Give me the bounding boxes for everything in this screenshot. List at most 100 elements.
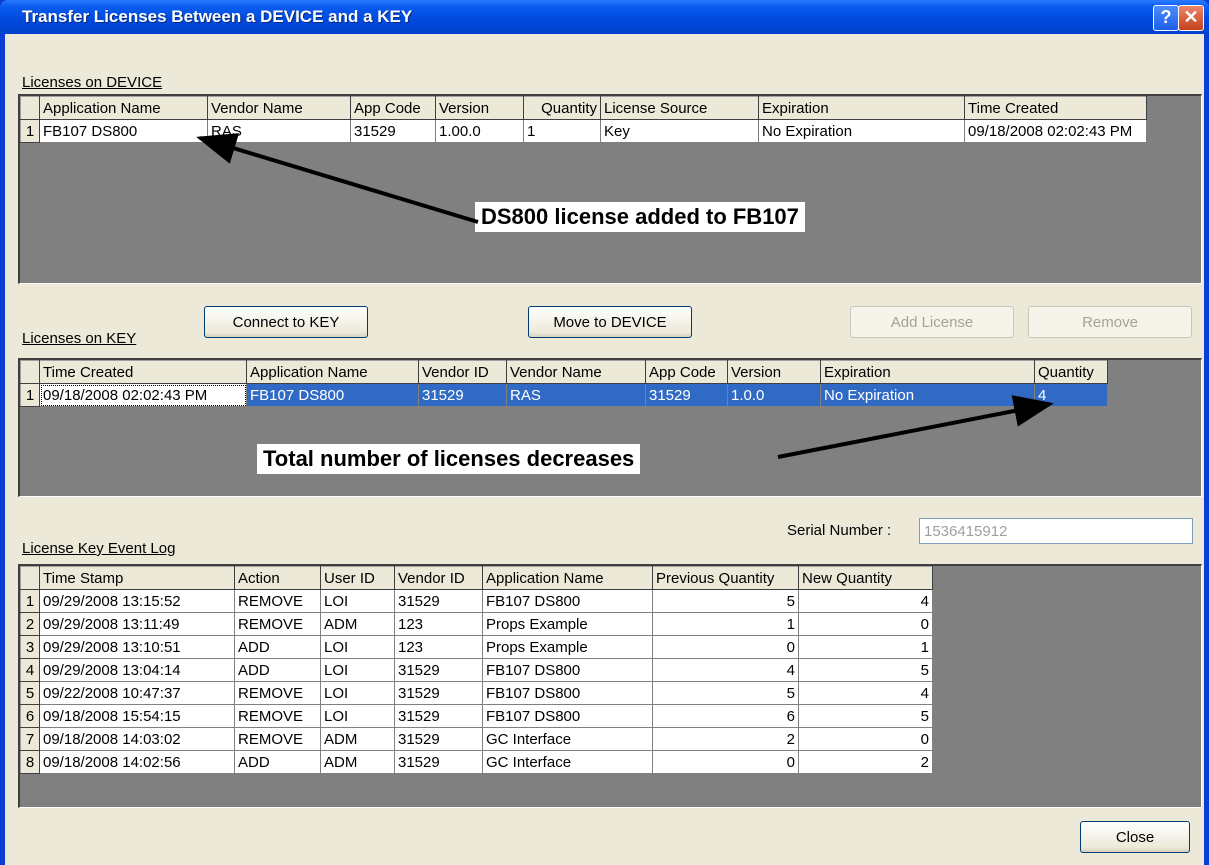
table-cell[interactable]: 31529	[394, 589, 483, 613]
column-header[interactable]: User ID	[320, 566, 395, 590]
table-cell[interactable]: 0	[798, 612, 933, 636]
table-row[interactable]: 1 FB107 DS800 RAS 31529 1.00.0 1 Key No …	[20, 119, 1147, 143]
table-cell[interactable]: Key	[600, 119, 759, 143]
table-cell[interactable]: 31529	[394, 658, 483, 682]
table-cell[interactable]: 0	[652, 750, 799, 774]
table-cell[interactable]: 09/29/2008 13:10:51	[39, 635, 235, 659]
table-cell[interactable]: FB107 DS800	[482, 658, 653, 682]
table-cell[interactable]: 31529	[350, 119, 436, 143]
serial-number-field[interactable]: 1536415912	[919, 518, 1193, 544]
table-cell[interactable]: LOI	[320, 681, 395, 705]
table-cell[interactable]: 31529	[394, 681, 483, 705]
table-cell[interactable]: 31529	[418, 383, 507, 407]
table-cell[interactable]: 123	[394, 612, 483, 636]
table-cell[interactable]: 4	[1034, 383, 1108, 407]
table-cell[interactable]: 09/18/2008 15:54:15	[39, 704, 235, 728]
column-header[interactable]: New Quantity	[798, 566, 933, 590]
table-cell[interactable]: 31529	[394, 750, 483, 774]
table-cell[interactable]: 1	[798, 635, 933, 659]
table-cell[interactable]: GC Interface	[482, 750, 653, 774]
column-header[interactable]: Application Name	[482, 566, 653, 590]
table-cell[interactable]: 4	[652, 658, 799, 682]
table-cell[interactable]: LOI	[320, 589, 395, 613]
table-cell[interactable]: REMOVE	[234, 681, 321, 705]
column-header[interactable]: Vendor Name	[506, 360, 646, 384]
table-cell[interactable]: 09/18/2008 14:02:56	[39, 750, 235, 774]
key-licenses-grid[interactable]: Time Created Application Name Vendor ID …	[18, 358, 1202, 497]
column-header[interactable]: Version	[727, 360, 821, 384]
column-header[interactable]: License Source	[600, 96, 759, 120]
event-log-grid[interactable]: Time Stamp Action User ID Vendor ID Appl…	[18, 564, 1202, 808]
table-cell[interactable]: 1.0.0	[727, 383, 821, 407]
title-bar[interactable]: Transfer Licenses Between a DEVICE and a…	[0, 0, 1209, 34]
table-cell[interactable]: 31529	[394, 704, 483, 728]
table-row-selected[interactable]: 1 09/18/2008 02:02:43 PM FB107 DS800 315…	[20, 383, 1108, 407]
table-cell[interactable]: ADM	[320, 727, 395, 751]
table-cell[interactable]: RAS	[506, 383, 646, 407]
column-header[interactable]: Previous Quantity	[652, 566, 799, 590]
column-header[interactable]: Vendor ID	[394, 566, 483, 590]
column-header[interactable]: Action	[234, 566, 321, 590]
column-header[interactable]: Application Name	[246, 360, 419, 384]
table-cell[interactable]: FB107 DS800	[482, 704, 653, 728]
table-cell[interactable]: 123	[394, 635, 483, 659]
table-cell[interactable]: 31529	[645, 383, 728, 407]
table-cell[interactable]: 4	[798, 589, 933, 613]
table-cell[interactable]: 09/18/2008 02:02:43 PM	[39, 383, 247, 407]
table-cell[interactable]: 31529	[394, 727, 483, 751]
table-cell[interactable]: 09/29/2008 13:15:52	[39, 589, 235, 613]
table-cell[interactable]: LOI	[320, 635, 395, 659]
table-cell[interactable]: Props Example	[482, 635, 653, 659]
table-cell[interactable]: LOI	[320, 704, 395, 728]
table-cell[interactable]: REMOVE	[234, 589, 321, 613]
column-header[interactable]: Quantity	[523, 96, 601, 120]
column-header[interactable]: Expiration	[820, 360, 1035, 384]
table-row[interactable]: 6 09/18/2008 15:54:15 REMOVE LOI 31529 FB107 …	[20, 704, 933, 728]
column-header[interactable]: Vendor Name	[207, 96, 351, 120]
table-cell[interactable]: FB107 DS800	[482, 681, 653, 705]
table-cell[interactable]: No Expiration	[820, 383, 1035, 407]
table-cell[interactable]: ADD	[234, 658, 321, 682]
table-cell[interactable]: ADD	[234, 750, 321, 774]
table-cell[interactable]: 0	[798, 727, 933, 751]
table-row[interactable]: 4 09/29/2008 13:04:14 ADD LOI 31529 FB107 DS8…	[20, 658, 933, 682]
table-cell[interactable]: REMOVE	[234, 727, 321, 751]
table-cell[interactable]: 5	[652, 589, 799, 613]
device-licenses-grid[interactable]: Application Name Vendor Name App Code Ve…	[18, 94, 1202, 284]
column-header[interactable]: Time Stamp	[39, 566, 235, 590]
table-cell[interactable]: 09/29/2008 13:04:14	[39, 658, 235, 682]
table-cell[interactable]: 5	[798, 704, 933, 728]
table-row[interactable]: 8 09/18/2008 14:02:56 ADD ADM 31529 GC Interf…	[20, 750, 933, 774]
table-row[interactable]: 5 09/22/2008 10:47:37 REMOVE LOI 31529 FB107 …	[20, 681, 933, 705]
table-cell[interactable]: 1.00.0	[435, 119, 524, 143]
table-cell[interactable]: 1	[523, 119, 601, 143]
table-row[interactable]: 2 09/29/2008 13:11:49 REMOVE ADM 123 Props Ex…	[20, 612, 933, 636]
table-cell[interactable]: ADM	[320, 612, 395, 636]
table-cell[interactable]: GC Interface	[482, 727, 653, 751]
table-cell[interactable]: 09/18/2008 14:03:02	[39, 727, 235, 751]
table-cell[interactable]: 5	[652, 681, 799, 705]
column-header[interactable]: Application Name	[39, 96, 208, 120]
table-row[interactable]: 7 09/18/2008 14:03:02 REMOVE ADM 31529 GC Int…	[20, 727, 933, 751]
table-cell[interactable]: FB107 DS800	[482, 589, 653, 613]
column-header[interactable]: Version	[435, 96, 524, 120]
table-cell[interactable]: FB107 DS800	[246, 383, 419, 407]
column-header[interactable]: Quantity	[1034, 360, 1108, 384]
column-header[interactable]: App Code	[645, 360, 728, 384]
column-header[interactable]: Time Created	[39, 360, 247, 384]
column-header[interactable]: Time Created	[964, 96, 1147, 120]
table-cell[interactable]: 5	[798, 658, 933, 682]
close-window-button[interactable]: ✕	[1178, 5, 1204, 31]
move-to-device-button[interactable]: Move to DEVICE	[528, 306, 692, 338]
table-cell[interactable]: RAS	[207, 119, 351, 143]
table-cell[interactable]: FB107 DS800	[39, 119, 208, 143]
column-header[interactable]: Vendor ID	[418, 360, 507, 384]
column-header[interactable]: Expiration	[758, 96, 965, 120]
table-cell[interactable]: REMOVE	[234, 612, 321, 636]
table-cell[interactable]: No Expiration	[758, 119, 965, 143]
table-cell[interactable]: 2	[798, 750, 933, 774]
column-header[interactable]: App Code	[350, 96, 436, 120]
table-cell[interactable]: Props Example	[482, 612, 653, 636]
table-cell[interactable]: 09/29/2008 13:11:49	[39, 612, 235, 636]
table-cell[interactable]: 0	[652, 635, 799, 659]
